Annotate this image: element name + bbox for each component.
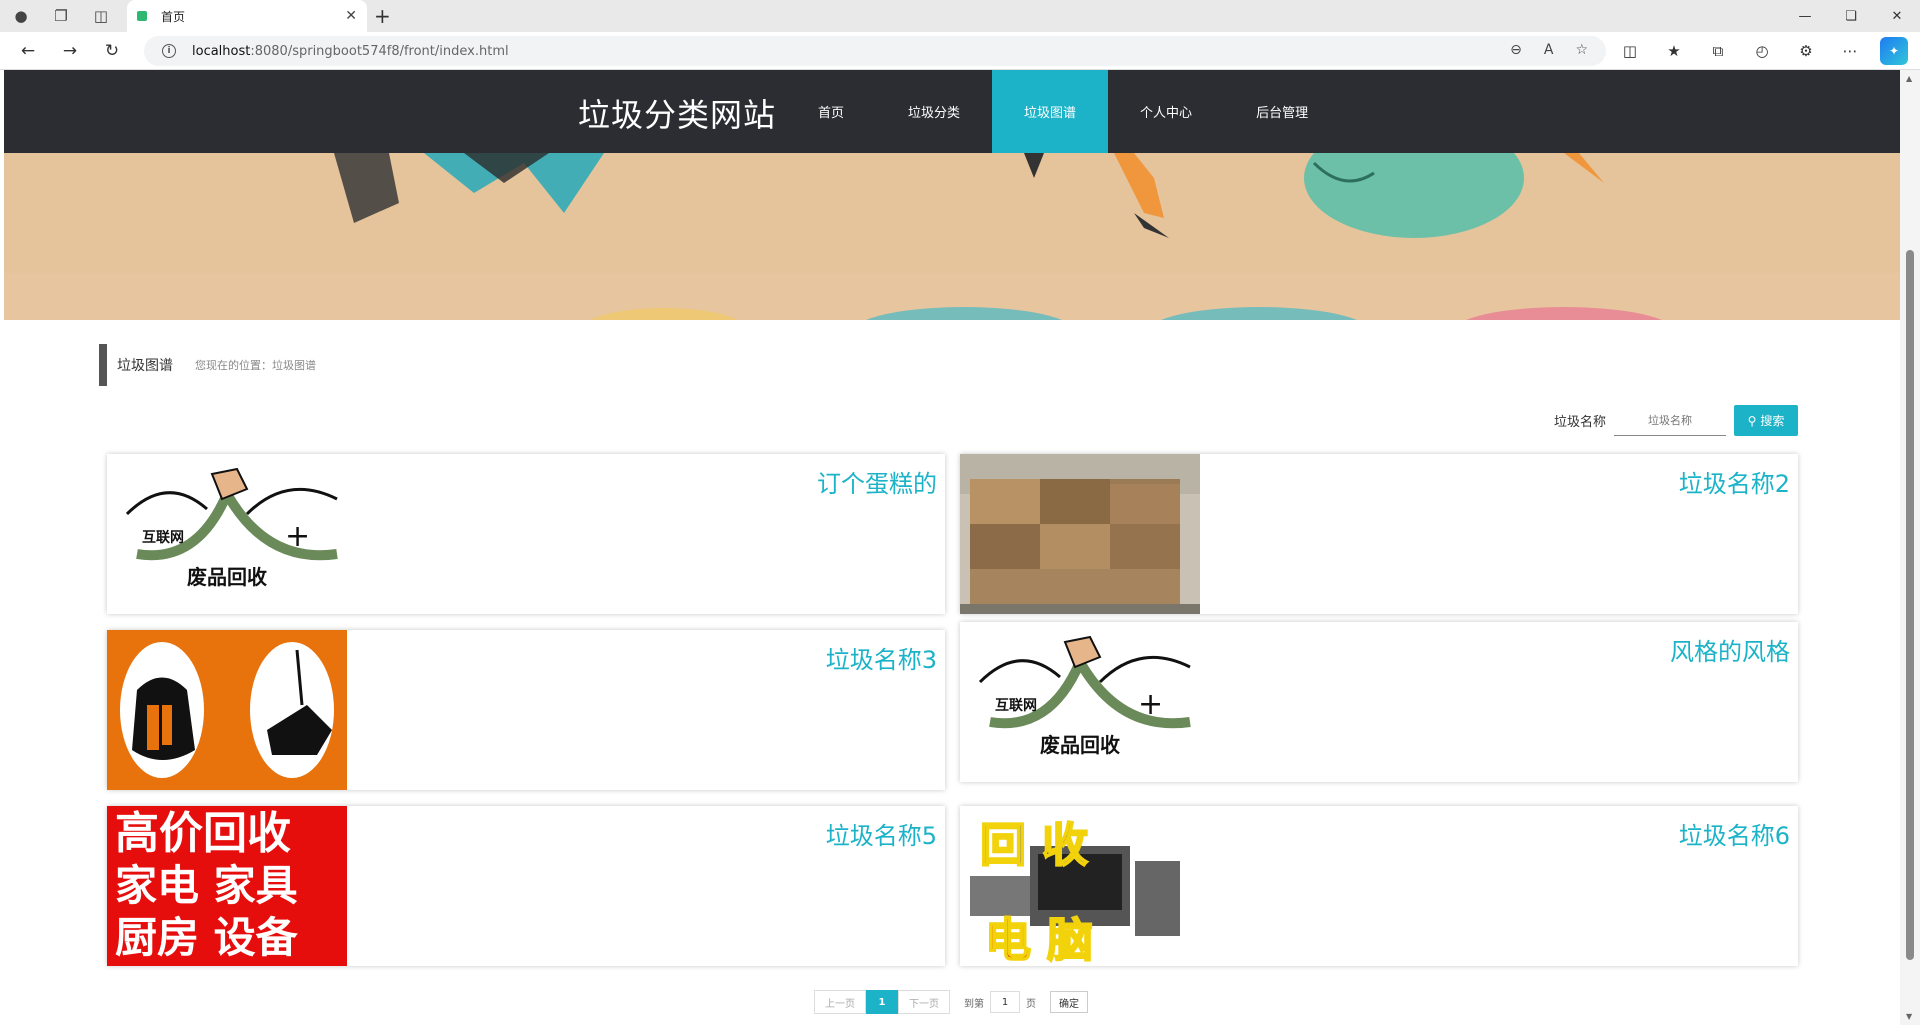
refresh-icon[interactable]: ↻ — [98, 37, 126, 65]
menu-item-admin[interactable]: 后台管理 — [1224, 70, 1340, 153]
search-button[interactable]: ⚲ 搜索 — [1734, 405, 1799, 436]
card-title[interactable]: 垃圾名称2 — [1679, 464, 1790, 499]
split-screen-icon[interactable]: ◫ — [1616, 37, 1644, 65]
svg-text:废品回收: 废品回收 — [187, 565, 267, 589]
card-title[interactable]: 垃圾名称3 — [826, 640, 937, 675]
back-icon[interactable]: ← — [14, 37, 42, 65]
close-window-icon[interactable]: ✕ — [1874, 0, 1920, 32]
prev-page-button[interactable]: 上一页 — [814, 990, 866, 1014]
card-image-recycling-sign[interactable]: 高价回收 家电 家具 厨房 设备 — [107, 806, 347, 966]
favorite-star-icon[interactable]: ☆ — [1575, 42, 1588, 58]
url-path: :8080/springboot574f8/front/index.html — [250, 43, 509, 59]
forward-icon[interactable]: → — [56, 37, 84, 65]
scroll-down-icon[interactable]: ▼ — [1906, 1012, 1912, 1021]
tab-title: 首页 — [161, 9, 186, 24]
banner-image — [4, 153, 1900, 320]
list-item[interactable]: 垃圾名称3 — [107, 630, 945, 790]
page-viewport: 垃圾分类网站 首页 垃圾分类 垃圾图谱 个人中心 后台管理 垃圾图谱 您现在的位… — [4, 70, 1900, 1025]
url-host: localhost — [192, 43, 251, 59]
svg-text:家电 家具: 家电 家具 — [115, 861, 298, 910]
scroll-up-icon[interactable]: ▲ — [1906, 74, 1912, 83]
next-page-button[interactable]: 下一页 — [898, 990, 950, 1014]
scrollbar-thumb[interactable] — [1906, 250, 1914, 960]
site-header: 垃圾分类网站 首页 垃圾分类 垃圾图谱 个人中心 后台管理 — [4, 70, 1900, 153]
svg-text:高价回收: 高价回收 — [115, 808, 291, 859]
favorites-icon[interactable]: ★ — [1660, 37, 1688, 65]
search-label: 垃圾名称 — [1554, 415, 1607, 430]
list-item[interactable]: 互联网 + 废品回收 订个蛋糕的 — [107, 454, 945, 614]
collections-icon[interactable]: ⧉ — [1704, 37, 1732, 65]
tab-favicon-icon — [137, 11, 147, 21]
list-item[interactable]: 回 收 电 脑 垃圾名称6 — [960, 806, 1798, 966]
goto-label: 到第 — [964, 998, 984, 1010]
site-brand[interactable]: 垃圾分类网站 — [578, 90, 776, 136]
card-title[interactable]: 垃圾名称5 — [826, 816, 937, 851]
site-info-icon[interactable]: i — [162, 44, 176, 58]
card-image-computer-recycling[interactable]: 回 收 电 脑 — [960, 806, 1200, 966]
search-button-label: 搜索 — [1760, 414, 1785, 428]
card-title[interactable]: 垃圾名称6 — [1679, 816, 1790, 851]
card-title[interactable]: 订个蛋糕的 — [817, 464, 937, 499]
page-scrollbar[interactable]: ▲ ▼ — [1900, 70, 1920, 1025]
workspaces-icon[interactable]: ❐ — [48, 3, 74, 29]
tab-actions-icon[interactable]: ◫ — [88, 3, 114, 29]
new-tab-icon[interactable]: + — [374, 4, 391, 28]
svg-text:+: + — [1138, 687, 1163, 722]
close-tab-icon[interactable]: ✕ — [345, 8, 357, 24]
page-number-current[interactable]: 1 — [866, 990, 898, 1014]
restore-icon[interactable]: ❏ — [1828, 0, 1874, 32]
card-image-cardboard-bales[interactable] — [960, 454, 1200, 614]
minimize-icon[interactable]: — — [1782, 0, 1828, 32]
more-menu-icon[interactable]: ⋯ — [1836, 37, 1864, 65]
svg-text:互联网: 互联网 — [142, 530, 184, 546]
list-item[interactable]: 高价回收 家电 家具 厨房 设备 垃圾名称5 — [107, 806, 945, 966]
breadcrumb-location: 您现在的位置：垃圾图谱 — [195, 359, 316, 372]
page-number-input[interactable]: 1 — [990, 991, 1020, 1013]
svg-text:厨房 设备: 厨房 设备 — [115, 913, 299, 962]
page-unit-label: 页 — [1026, 998, 1036, 1010]
list-item[interactable]: 互联网 + 废品回收 风格的风格 — [960, 622, 1798, 782]
address-bar[interactable]: i localhost:8080/springboot574f8/front/i… — [144, 36, 1606, 66]
section-title: 垃圾图谱 — [117, 358, 173, 374]
zoom-out-icon[interactable]: ⊖ — [1510, 42, 1522, 58]
menu-item-classification[interactable]: 垃圾分类 — [876, 70, 992, 153]
copilot-icon[interactable]: ✦ — [1880, 37, 1908, 65]
breadcrumb: 垃圾图谱 您现在的位置：垃圾图谱 — [99, 344, 316, 386]
svg-text:互联网: 互联网 — [995, 698, 1037, 714]
banner-illustration — [4, 153, 1900, 320]
profile-icon[interactable]: ● — [8, 3, 34, 29]
search-icon: ⚲ — [1747, 413, 1757, 428]
menu-item-atlas[interactable]: 垃圾图谱 — [992, 70, 1109, 153]
browser-toolbar: ← → ↻ i localhost:8080/springboot574f8/f… — [0, 32, 1920, 70]
card-image-recycling-logo[interactable]: 互联网 + 废品回收 — [960, 622, 1200, 782]
extensions-icon[interactable]: ⚙ — [1792, 37, 1820, 65]
card-title[interactable]: 风格的风格 — [1670, 632, 1790, 667]
svg-text:回 收: 回 收 — [980, 818, 1088, 872]
menu-item-profile[interactable]: 个人中心 — [1108, 70, 1224, 153]
svg-text:电 脑: 电 脑 — [985, 913, 1093, 966]
card-image-clothes-shoes[interactable] — [107, 630, 347, 790]
pagination: 上一页 1 下一页 到第 1 页 确定 — [814, 990, 1088, 1014]
read-aloud-icon[interactable]: A — [1544, 42, 1554, 58]
history-icon[interactable]: ◴ — [1748, 37, 1776, 65]
list-item[interactable]: 垃圾名称2 — [960, 454, 1798, 614]
confirm-page-button[interactable]: 确定 — [1050, 991, 1088, 1013]
search-bar: 垃圾名称 ⚲ 搜索 — [1554, 405, 1799, 436]
search-input[interactable] — [1614, 405, 1727, 436]
main-menu: 首页 垃圾分类 垃圾图谱 个人中心 后台管理 — [786, 70, 1340, 153]
card-image-recycling-logo[interactable]: 互联网 + 废品回收 — [107, 454, 347, 614]
browser-titlebar: ● ❐ ◫ 首页 ✕ + — ❏ ✕ — [0, 0, 1920, 32]
svg-text:废品回收: 废品回收 — [1040, 733, 1120, 757]
menu-item-home[interactable]: 首页 — [786, 70, 876, 153]
svg-text:+: + — [285, 519, 310, 554]
browser-tab[interactable]: 首页 ✕ — [127, 0, 367, 32]
